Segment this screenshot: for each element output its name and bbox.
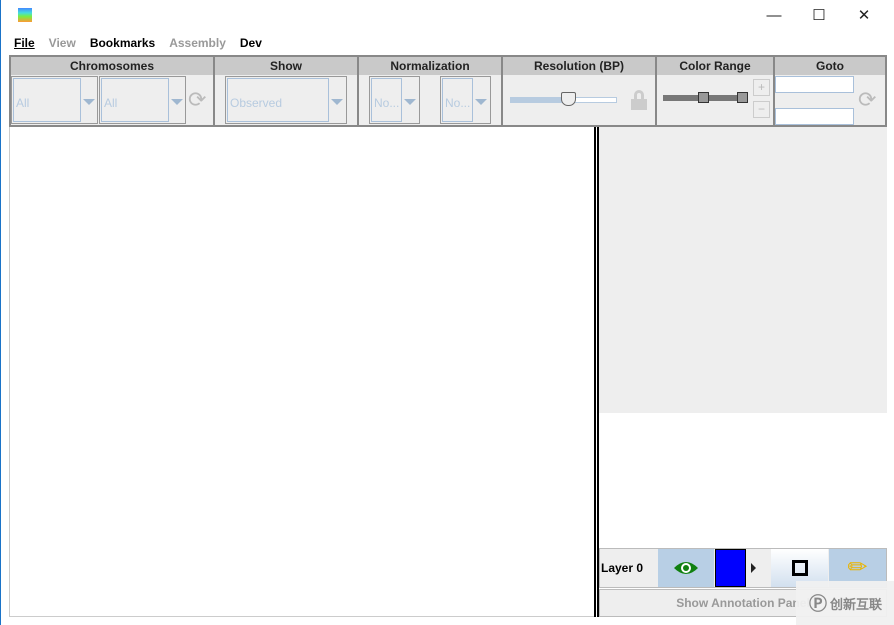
square-icon [792, 560, 808, 576]
color-range-label: Color Range [657, 57, 773, 75]
chromosome-x-value: All [13, 78, 81, 122]
minus-button[interactable]: − [753, 101, 770, 118]
pencil-icon: ✏ [847, 554, 868, 581]
chromosome-x-select[interactable]: All [11, 76, 98, 124]
chromosome-y-value: All [101, 78, 169, 122]
chromosomes-section: Chromosomes All All ⟳ [11, 57, 215, 125]
menu-assembly[interactable]: Assembly [169, 36, 226, 50]
close-button[interactable]: ✕ [841, 0, 887, 30]
refresh-icon[interactable]: ⟳ [188, 87, 206, 113]
normalization-label: Normalization [359, 57, 501, 75]
color-range-section: Color Range + − [657, 57, 775, 125]
normalization-control-select[interactable]: No... [440, 76, 491, 124]
layer-color-swatch[interactable] [715, 549, 746, 587]
goto-y-input[interactable] [775, 108, 854, 125]
menu-bar: File View Bookmarks Assembly Dev [14, 36, 276, 50]
slider-thumb[interactable] [560, 92, 576, 106]
eye-icon [674, 562, 698, 574]
goto-x-input[interactable] [775, 76, 854, 93]
chevron-down-icon [171, 99, 183, 105]
normalization-section: Normalization No... No... [359, 57, 503, 125]
show-label: Show [215, 57, 357, 75]
chevron-down-icon [331, 99, 343, 105]
normalization-observed-select[interactable]: No... [369, 76, 420, 124]
resolution-label: Resolution (BP) [503, 57, 655, 75]
minimize-button[interactable]: — [751, 0, 797, 30]
expand-arrow-icon[interactable] [751, 563, 756, 573]
normalization-value: No... [371, 78, 402, 122]
goto-section: Goto ⟳ [775, 57, 885, 125]
normalization-value: No... [442, 78, 473, 122]
chevron-down-icon [83, 99, 95, 105]
slider-thumb-high[interactable] [737, 92, 748, 103]
show-select[interactable]: Observed [225, 76, 347, 124]
resolution-slider[interactable] [510, 92, 617, 106]
goto-label: Goto [775, 57, 885, 75]
menu-file[interactable]: File [14, 36, 35, 50]
layer-name: Layer 0 [601, 561, 644, 575]
chromosomes-label: Chromosomes [11, 57, 213, 75]
plus-button[interactable]: + [753, 79, 770, 96]
resolution-section: Resolution (BP) [503, 57, 657, 125]
show-section: Show Observed [215, 57, 359, 125]
chevron-down-icon [404, 99, 416, 105]
menu-view[interactable]: View [49, 36, 76, 50]
heatmap-panel[interactable] [9, 127, 594, 617]
chromosome-y-select[interactable]: All [99, 76, 186, 124]
color-range-slider[interactable] [663, 92, 748, 103]
visibility-toggle[interactable] [658, 549, 714, 587]
menu-bookmarks[interactable]: Bookmarks [90, 36, 155, 50]
watermark-logo-icon: Ⓟ [808, 594, 827, 614]
menu-dev[interactable]: Dev [240, 36, 262, 50]
slider-thumb-low[interactable] [698, 92, 709, 103]
watermark: Ⓟ 创新互联 [796, 581, 894, 625]
show-value: Observed [227, 78, 329, 122]
refresh-icon[interactable]: ⟳ [858, 87, 876, 113]
watermark-text: 创新互联 [829, 596, 882, 612]
thumbnail-panel [599, 127, 887, 413]
app-icon [18, 8, 32, 22]
chevron-down-icon [475, 99, 487, 105]
layers-panel [599, 413, 887, 548]
maximize-button[interactable]: ☐ [796, 0, 842, 30]
lock-icon[interactable] [631, 90, 647, 110]
